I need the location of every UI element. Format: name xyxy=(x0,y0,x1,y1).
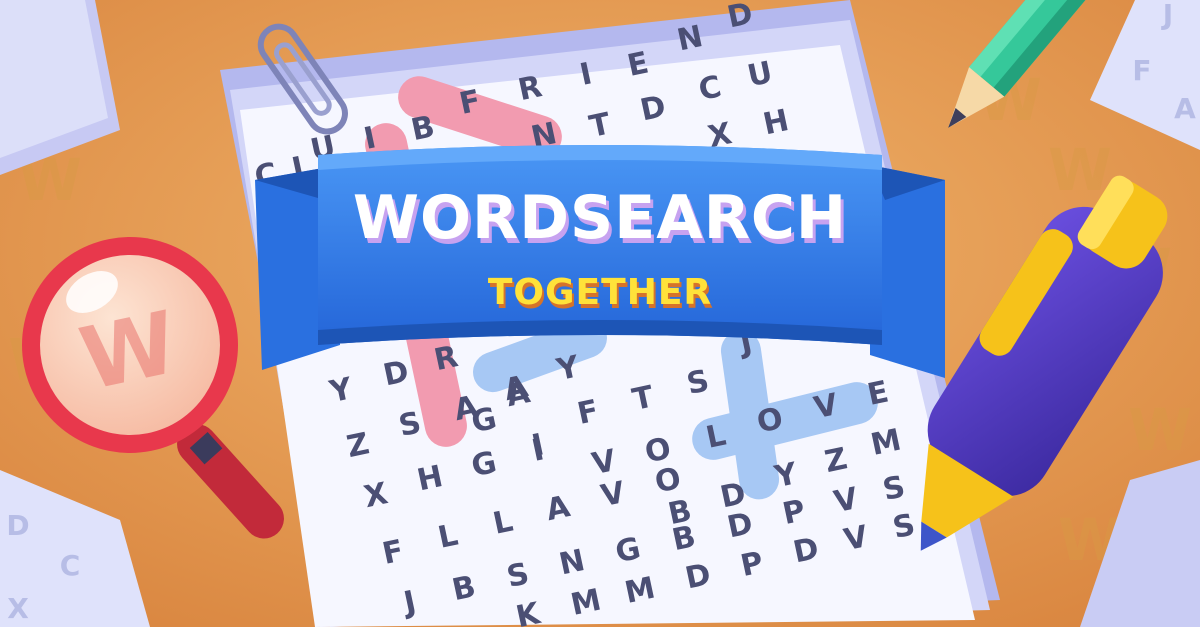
title-main: WORDSEARCH xyxy=(353,183,847,253)
game-banner: W W W W W W W W J F A D C X xyxy=(0,0,1200,627)
svg-text:D: D xyxy=(6,509,29,542)
svg-text:W: W xyxy=(1048,136,1112,204)
banner-artwork: W W W W W W W W J F A D C X xyxy=(0,0,1200,627)
svg-text:X: X xyxy=(7,592,29,625)
svg-text:C: C xyxy=(60,549,81,582)
svg-text:F: F xyxy=(1132,54,1151,87)
svg-text:W: W xyxy=(1128,396,1192,464)
title-sub: TOGETHER xyxy=(488,272,712,313)
svg-text:A: A xyxy=(1174,92,1196,125)
svg-text:J: J xyxy=(1161,0,1173,31)
